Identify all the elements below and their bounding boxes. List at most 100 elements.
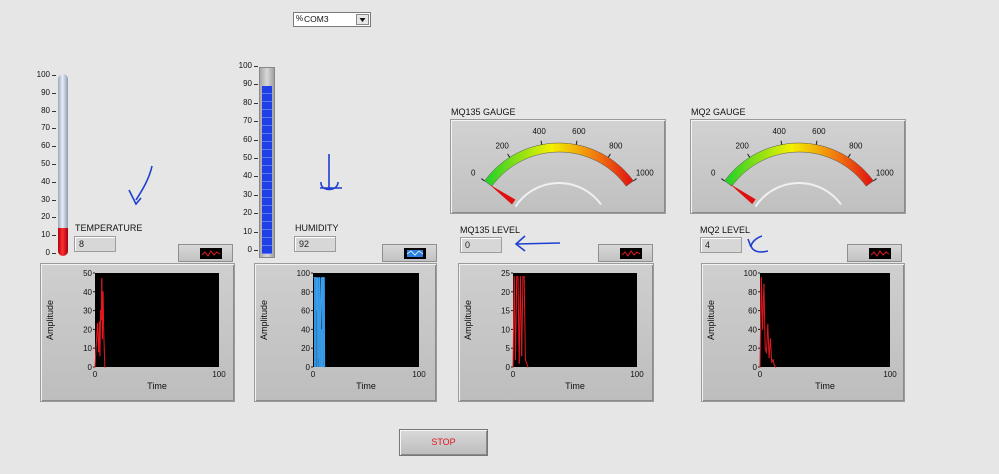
- gauge-needle: [729, 183, 756, 205]
- scale-tick-label: 80: [41, 105, 50, 115]
- data-point: [103, 349, 105, 351]
- gauge-tick-label: 800: [609, 142, 623, 151]
- scale-tick-mark: [254, 213, 258, 215]
- y-tick-label: 40: [83, 288, 92, 297]
- y-tick-label: 100: [744, 269, 758, 278]
- plot-area: [95, 273, 219, 367]
- data-point: [519, 276, 522, 278]
- y-tick-label: 50: [83, 269, 92, 278]
- scale-tick-mark: [254, 139, 258, 141]
- mq2-chart: 100 80 60 40 20 0 0 100 Time Amplitude: [701, 263, 905, 402]
- gauge-tick-label: 600: [572, 127, 586, 136]
- humidity-value: 92: [294, 236, 336, 252]
- gauge-tick-mark: [815, 140, 818, 145]
- data-point: [527, 366, 529, 368]
- gauge-tick-label: 1000: [636, 169, 654, 178]
- data-point: [313, 277, 315, 279]
- gauge-tick-mark: [780, 140, 783, 145]
- data-point: [760, 277, 762, 279]
- scale-tick-label: 100: [238, 61, 252, 70]
- gauge-tick-label: 600: [812, 127, 826, 136]
- mq135-level-value: 0: [460, 237, 502, 253]
- gauge-tick-mark: [481, 178, 485, 182]
- scale-tick-label: 10: [243, 226, 252, 236]
- y-tick-label: 60: [748, 307, 757, 316]
- series-line-segment: [323, 277, 326, 368]
- scale-tick-mark: [254, 84, 258, 86]
- data-point: [522, 276, 524, 278]
- x-tick-label: 100: [630, 370, 644, 379]
- humidity-tank: [259, 67, 275, 258]
- data-point: [101, 338, 104, 340]
- data-point: [513, 276, 515, 278]
- scale-tick-label: 30: [41, 194, 50, 204]
- mq2-plot-legend[interactable]: [847, 244, 902, 262]
- scale-tick-label: 50: [41, 159, 50, 168]
- temperature-plot-legend[interactable]: [178, 244, 233, 262]
- gauge-tick-label: 1000: [876, 169, 894, 178]
- gauge-inner-arc: [514, 182, 602, 208]
- scale-tick-label: 100: [36, 70, 50, 79]
- data-point: [517, 276, 519, 278]
- humidity-label: HUMIDITY: [295, 223, 339, 233]
- data-point: [521, 355, 523, 357]
- data-point: [104, 366, 106, 368]
- gauge-tick-label: 0: [471, 169, 476, 178]
- y-tick-label: 5: [506, 344, 511, 353]
- data-point: [95, 343, 97, 346]
- scale-tick-label: 70: [41, 123, 50, 133]
- series-line-segment: [102, 291, 105, 330]
- y-tick-label: 20: [501, 288, 510, 297]
- y-tick-label: 20: [301, 344, 310, 353]
- scale-tick-label: 80: [243, 97, 252, 107]
- data-point: [315, 277, 317, 279]
- y-tick-label: 30: [83, 307, 92, 316]
- data-point: [324, 366, 326, 368]
- y-tick-label: 25: [501, 269, 510, 278]
- scale-tick-label: 20: [41, 212, 50, 222]
- scale-tick-mark: [254, 158, 258, 159]
- x-tick-label: 0: [511, 370, 516, 379]
- humidity-plot-legend[interactable]: [382, 244, 437, 262]
- data-point: [318, 277, 320, 279]
- data-point: [524, 358, 526, 361]
- gauge-tick-mark: [873, 178, 877, 182]
- data-point: [516, 276, 518, 278]
- temperature-value: 8: [74, 236, 116, 252]
- data-point: [762, 328, 764, 330]
- gauge-tick-label: 200: [496, 142, 510, 151]
- data-point: [768, 357, 770, 359]
- x-tick-label: 100: [883, 370, 897, 379]
- data-point: [101, 278, 103, 280]
- chevron-down-icon[interactable]: [356, 14, 369, 25]
- y-tick-label: 10: [83, 344, 92, 353]
- data-point: [769, 338, 771, 340]
- y-tick-label: 20: [748, 344, 757, 353]
- mq2-level-label: MQ2 LEVEL: [700, 225, 751, 235]
- gauge-tick-mark: [847, 153, 851, 158]
- com-port-select[interactable]: % COM3: [293, 12, 371, 27]
- scale-tick-mark: [254, 250, 258, 251]
- annotation-arrow: [128, 165, 153, 206]
- data-point: [512, 366, 514, 368]
- temperature-chart: 50 40 30 20 10 0 0 100 Time Amplitude: [40, 263, 235, 402]
- mq135-plot-legend[interactable]: [598, 244, 653, 262]
- data-point: [98, 321, 100, 323]
- y-axis-title: Amplitude: [45, 300, 55, 340]
- temperature-scale: 100 90 80 70 60 50 40 30 20 10 0: [30, 70, 56, 257]
- data-point: [314, 277, 316, 279]
- gauge-tick-label: 200: [736, 142, 750, 151]
- y-axis-title: Amplitude: [259, 300, 269, 340]
- area-segment: [314, 277, 316, 367]
- gauge-tick-mark: [721, 178, 725, 182]
- y-tick-label: 60: [301, 307, 310, 316]
- y-axis-title: Amplitude: [463, 300, 473, 340]
- data-point: [94, 366, 96, 368]
- stop-button[interactable]: STOP: [399, 429, 488, 456]
- series-line-segment: [103, 329, 105, 351]
- scale-tick-label: 60: [41, 141, 50, 151]
- temperature-label: TEMPERATURE: [75, 223, 143, 233]
- data-point: [99, 355, 101, 357]
- data-point: [320, 277, 323, 279]
- plot-area: [513, 273, 637, 367]
